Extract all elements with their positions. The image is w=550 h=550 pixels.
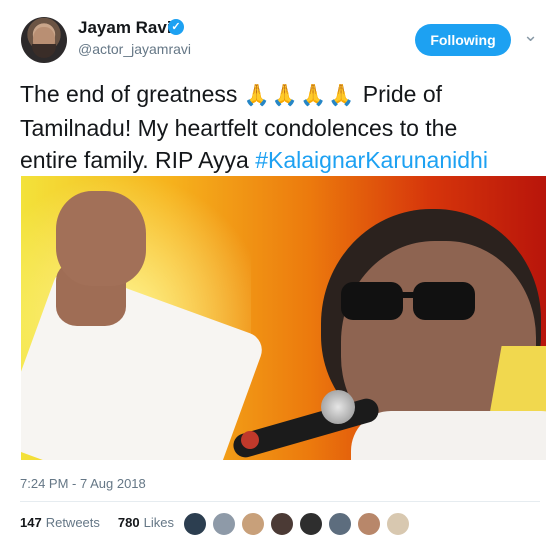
tweet-photo[interactable] [21,176,546,460]
likes-label[interactable]: Likes [144,515,174,530]
praying-hands-icon: 🙏🙏🙏🙏 [243,84,357,107]
tweet-timestamp[interactable]: 7:24 PM - 7 Aug 2018 [20,476,146,491]
chevron-down-icon[interactable]: ⌄ [523,26,538,44]
liker-avatar-4[interactable] [270,512,294,536]
liker-avatar-6[interactable] [328,512,352,536]
microphone-ring [241,431,259,449]
likes-count[interactable]: 780 [118,515,140,530]
sunglasses-icon [341,282,475,320]
author-avatar[interactable] [21,17,67,63]
author-name[interactable]: Jayam Ravi [78,18,172,38]
liker-avatar-8[interactable] [386,512,410,536]
liker-avatar-2[interactable] [212,512,236,536]
tweet-text-line1: The end of greatness [20,81,238,107]
liker-avatars [183,512,415,536]
liker-avatar-3[interactable] [241,512,265,536]
liker-avatar-1[interactable] [183,512,207,536]
following-button[interactable]: Following [415,24,511,56]
divider [20,501,540,502]
tweet-stats: 147 Retweets 780 Likes [20,515,174,530]
retweets-count[interactable]: 147 [20,515,42,530]
avatar-beard [32,44,56,58]
liker-avatar-7[interactable] [357,512,381,536]
hashtag-link[interactable]: #KalaignarKarunanidhi [255,147,488,173]
liker-avatar-5[interactable] [299,512,323,536]
retweets-label[interactable]: Retweets [46,515,100,530]
author-handle[interactable]: @actor_jayamravi [78,41,191,57]
tweet-text-line2: Tamilnadu! My heartfelt condolences to t… [20,115,458,141]
microphone-head [321,390,355,424]
tweet-text: The end of greatness 🙏🙏🙏🙏 Pride of Tamil… [20,78,540,176]
verified-icon: ✓ [168,19,184,35]
white-shirt [351,411,546,460]
tweet-text-line1-tail: Pride of [362,81,443,107]
tweet-text-line3: entire family. RIP Ayya [20,147,249,173]
raised-fist [56,191,146,286]
